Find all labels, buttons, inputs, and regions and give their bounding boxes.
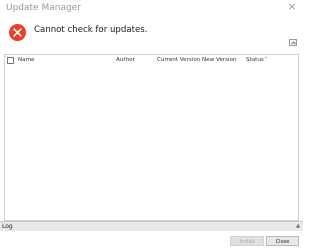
sort-indicator-icon: ^	[264, 57, 268, 62]
log-label: Log	[2, 223, 13, 230]
updates-table: Name Author Current Version New Version …	[4, 54, 299, 221]
error-icon	[9, 24, 26, 41]
close-button[interactable]: Close	[266, 236, 299, 246]
update-manager-window: Update Manager × Cannot check for update…	[0, 0, 303, 250]
expand-log-icon[interactable]: ▲	[296, 223, 300, 229]
collapse-button[interactable]	[289, 39, 297, 46]
install-button[interactable]: Install	[230, 236, 264, 246]
column-header-author[interactable]: Author	[116, 57, 135, 63]
close-icon[interactable]: ×	[286, 1, 298, 13]
window-title: Update Manager	[6, 3, 81, 13]
chevron-up-icon	[291, 41, 296, 45]
table-header: Name Author Current Version New Version …	[5, 55, 298, 66]
column-header-current-version[interactable]: Current Version	[157, 57, 200, 63]
select-all-checkbox[interactable]	[7, 57, 14, 64]
column-header-name[interactable]: Name	[18, 57, 35, 63]
error-message: Cannot check for updates.	[34, 25, 148, 35]
log-panel-bar[interactable]: Log ▲	[0, 221, 303, 231]
column-header-new-version[interactable]: New Version	[202, 57, 237, 63]
column-header-status[interactable]: Status	[246, 57, 264, 63]
